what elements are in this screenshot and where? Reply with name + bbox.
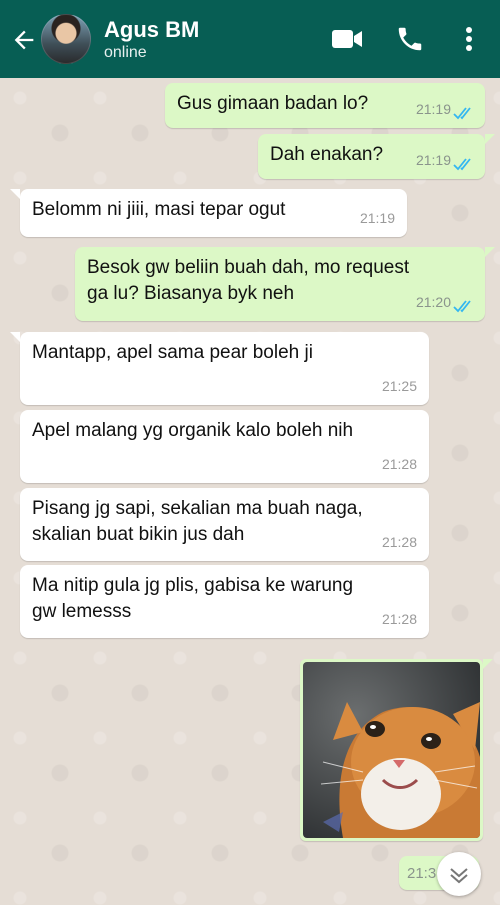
- message-time: 21:19: [415, 101, 451, 117]
- message-time: 21:3: [407, 865, 437, 882]
- back-arrow-icon[interactable]: [10, 26, 38, 54]
- bubble-tail: [10, 189, 20, 199]
- message-text-line: Besok gw beliin buah dah, mo request: [87, 257, 410, 278]
- message-text-line: gw lemesss: [32, 601, 132, 622]
- message-time: 21:28: [381, 611, 417, 627]
- scroll-to-bottom-button[interactable]: [437, 852, 481, 896]
- bubble-tail: [483, 659, 493, 669]
- bubble-tail: [10, 332, 20, 342]
- message-text: Dah enakan?: [270, 144, 384, 165]
- message-incoming[interactable]: Mantapp, apel sama pear boleh ji 21:25: [20, 332, 429, 405]
- message-outgoing[interactable]: Dah enakan? 21:19: [258, 134, 485, 179]
- bubble-tail: [485, 247, 495, 257]
- message-text-line: skalian buat bikin jus dah: [32, 524, 245, 545]
- message-text: Mantapp, apel sama pear boleh ji: [32, 342, 313, 363]
- message-text: Gus gimaan badan lo?: [177, 93, 369, 114]
- image-message[interactable]: [300, 659, 483, 841]
- contact-avatar[interactable]: [41, 14, 91, 64]
- more-options-icon[interactable]: [452, 24, 486, 54]
- message-incoming[interactable]: Ma nitip gula jg plis, gabisa ke warung …: [20, 565, 429, 638]
- message-text-line: Ma nitip gula jg plis, gabisa ke warung: [32, 575, 354, 596]
- message-text: Apel malang yg organik kalo boleh nih: [32, 420, 354, 441]
- chevron-down-icon: [450, 868, 468, 884]
- chat-header: Agus BM online: [0, 0, 500, 78]
- message-incoming[interactable]: Apel malang yg organik kalo boleh nih 21…: [20, 410, 429, 483]
- read-ticks-icon: [453, 107, 471, 120]
- video-call-icon[interactable]: [330, 24, 364, 54]
- bubble-tail: [485, 134, 495, 144]
- message-time: 21:25: [381, 378, 417, 394]
- message-time: 21:28: [381, 456, 417, 472]
- read-ticks-icon: [453, 158, 471, 171]
- message-incoming[interactable]: Pisang jg sapi, sekalian ma buah naga, s…: [20, 488, 429, 561]
- message-time: 21:20: [415, 294, 451, 310]
- message-text-line: Pisang jg sapi, sekalian ma buah naga,: [32, 498, 363, 519]
- message-time: 21:19: [359, 210, 395, 226]
- message-outgoing[interactable]: Besok gw beliin buah dah, mo request ga …: [75, 247, 485, 321]
- message-time: 21:19: [415, 152, 451, 168]
- contact-status: online: [104, 44, 147, 61]
- message-time: 21:28: [381, 534, 417, 550]
- phone-icon[interactable]: [393, 24, 427, 54]
- read-ticks-icon: [453, 300, 471, 313]
- message-outgoing[interactable]: Gus gimaan badan lo? 21:19: [165, 83, 485, 128]
- message-incoming[interactable]: Belomm ni jiii, masi tepar ogut 21:19: [20, 189, 407, 237]
- cat-photo[interactable]: [303, 662, 480, 838]
- message-text: Belomm ni jiii, masi tepar ogut: [32, 199, 286, 220]
- contact-name[interactable]: Agus BM: [104, 17, 199, 43]
